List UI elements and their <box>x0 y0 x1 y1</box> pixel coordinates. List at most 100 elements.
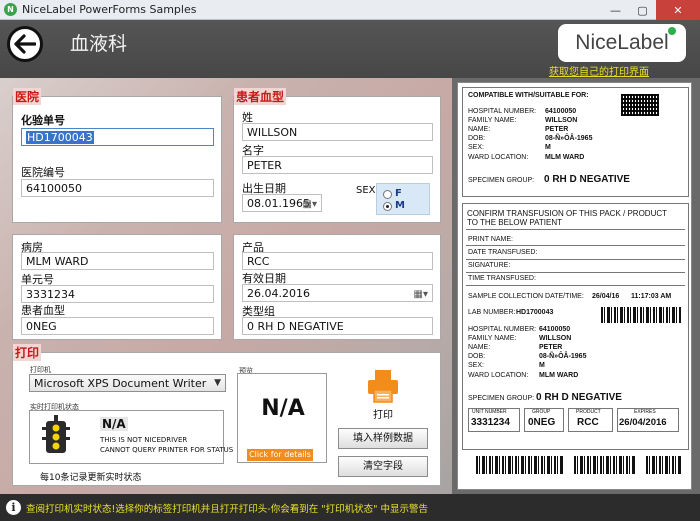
back-button[interactable] <box>7 26 43 62</box>
lp2-ward-value: MLM WARD <box>539 372 579 379</box>
dob-value: 08.01.1965 <box>247 197 310 210</box>
hospital-section-title: 医院 <box>13 88 42 105</box>
calendar-icon: ▦▾ <box>413 289 428 300</box>
clear-fields-button[interactable]: 清空字段 <box>338 456 428 477</box>
status-bar-message: 查阅打印机实时状态!选择你的标签打印机并且打开打印头-你会看到在 "打印机状态"… <box>26 504 429 515</box>
lab-number-value: HD1700043 <box>516 309 554 316</box>
lp-dob-value: 08-Ñ»ÔÂ-1965 <box>545 135 593 142</box>
expiry-value: 26.04.2016 <box>247 287 310 300</box>
group-value: 0NEG <box>528 417 556 428</box>
name-input[interactable]: PETER <box>242 156 433 174</box>
status-bar: i 查阅打印机实时状态!选择你的标签打印机并且打开打印头-你会看到在 "打印机状… <box>0 494 700 521</box>
unit-number-value: 3331234 <box>471 417 510 428</box>
lp-hospital-value: 64100050 <box>545 108 577 115</box>
test-number-label: 化验单号 <box>21 114 65 127</box>
product-value: RCC <box>577 417 599 428</box>
printer-status-code: N/A <box>100 417 128 431</box>
time-transfused-field: TIME TRANSFUSED: <box>468 275 536 282</box>
lp-family-value: WILLSON <box>545 117 578 124</box>
printer-status-box: N/A THIS IS NOT NICEDRIVER CANNOT QUERY … <box>29 410 233 464</box>
patient-blood-input[interactable]: 0NEG <box>21 317 214 335</box>
divider <box>466 272 685 273</box>
patient-section-title: 患者血型 <box>234 88 287 105</box>
ward-input[interactable]: MLM WARD <box>21 252 214 270</box>
title-bar: N NiceLabel PowerForms Samples — ▢ ✕ <box>0 0 700 20</box>
surname-input[interactable]: WILLSON <box>242 123 433 141</box>
test-number-input[interactable]: HD1700043 <box>21 128 214 146</box>
maximize-button[interactable]: ▢ <box>629 0 656 20</box>
lp-sex-value: M <box>545 144 551 151</box>
page-title: 血液科 <box>70 33 128 55</box>
app-window: N NiceLabel PowerForms Samples — ▢ ✕ 血液科… <box>0 0 700 521</box>
sex-male-radio[interactable] <box>383 202 392 211</box>
lp-hospital-label: HOSPITAL NUMBER: <box>468 108 537 115</box>
print-label: 打印 <box>373 410 393 421</box>
hospital-panel: 医院 化验单号 HD1700043 医院编号 64100050 <box>12 88 222 223</box>
confirm-line-2: TO THE BELOW PATIENT <box>467 218 562 227</box>
sex-male-label: M <box>395 200 405 211</box>
label-document-preview: COMPATIBLE WITH/SUITABLE FOR: HOSPITAL N… <box>457 82 692 490</box>
divider <box>466 245 685 246</box>
status-refresh-note: 每10条记录更新实时状态 <box>40 473 142 483</box>
product-barcode-icon <box>646 456 682 474</box>
window-title: NiceLabel PowerForms Samples <box>22 3 197 16</box>
hospital-number-label: 医院编号 <box>21 166 65 179</box>
print-section-title: 打印 <box>13 344 42 361</box>
calendar-icon: ▦▾ <box>302 199 317 210</box>
minimize-button[interactable]: — <box>602 0 629 20</box>
unit-input[interactable]: 3331234 <box>21 285 214 303</box>
info-icon: i <box>6 500 21 515</box>
divider <box>466 285 685 286</box>
expires-header: EXPIRES <box>634 409 656 415</box>
printer-value: Microsoft XPS Document Writer <box>34 377 207 390</box>
lp-dob-label: DOB: <box>468 135 486 142</box>
sample-collection-label: SAMPLE COLLECTION DATE/TIME: <box>468 293 584 300</box>
logo-dot-icon <box>668 27 676 35</box>
divider <box>466 259 685 260</box>
confirm-line-1: CONFIRM TRANSFUSION OF THIS PACK / PRODU… <box>467 209 668 218</box>
get-interface-link[interactable]: 获取您自己的打印界面 <box>549 63 649 78</box>
lp2-specimen-value: 0 RH D NEGATIVE <box>536 392 622 403</box>
print-button[interactable]: 打印 <box>365 368 401 421</box>
sample-date-value: 26/04/16 <box>592 293 620 300</box>
date-transfused-field: DATE TRANSFUSED: <box>468 249 538 256</box>
lp2-sex-label: SEX: <box>468 362 484 369</box>
hospital-number-input[interactable]: 64100050 <box>21 179 214 197</box>
app-icon: N <box>4 3 17 16</box>
signature-field: SIGNATURE: <box>468 262 511 269</box>
lab-barcode-icon <box>601 307 681 323</box>
click-for-details-link[interactable]: Click for details <box>247 449 313 461</box>
printer-select[interactable]: Microsoft XPS Document Writer ▼ <box>29 374 226 392</box>
ward-panel: 病房 MLM WARD 单元号 3331234 患者血型 0NEG <box>12 234 222 340</box>
lp2-dob-value: 08-Ñ»ÔÂ-1965 <box>539 353 587 360</box>
expiry-date-picker[interactable]: 26.04.2016 ▦▾ <box>242 284 433 302</box>
sample-time-value: 11:17:03 AM <box>631 293 672 300</box>
sex-female-radio[interactable] <box>383 190 392 199</box>
patient-blood-label: 患者血型 <box>21 304 65 317</box>
barcode-2d-icon <box>621 94 659 116</box>
sex-label: SEX <box>356 185 376 196</box>
product-header: PRODUCT <box>576 409 601 415</box>
back-arrow-icon <box>14 34 36 54</box>
type-group-input[interactable]: 0 RH D NEGATIVE <box>242 317 433 335</box>
logo-text: NiceLabel <box>575 31 669 54</box>
print-name-field: PRINT NAME: <box>468 236 513 243</box>
compat-title: COMPATIBLE WITH/SUITABLE FOR: <box>468 92 589 99</box>
lp-sex-label: SEX: <box>468 144 484 151</box>
label-preview-box: N/A Click for details <box>237 373 327 463</box>
fill-sample-data-button[interactable]: 填入样例数据 <box>338 428 428 449</box>
lp-specimen-label: SPECIMEN GROUP: <box>468 177 535 184</box>
dob-date-picker[interactable]: 08.01.1965 ▦▾ <box>242 194 322 212</box>
close-button[interactable]: ✕ <box>656 0 700 20</box>
group-header: GROUP <box>532 409 551 415</box>
lp-name-label: NAME: <box>468 126 491 133</box>
sex-female-label: F <box>395 188 402 199</box>
product-input[interactable]: RCC <box>242 252 433 270</box>
lab-number-label: LAB NUMBER: <box>468 309 516 316</box>
lp2-sex-value: M <box>539 362 545 369</box>
lp2-name-value: PETER <box>539 344 563 351</box>
printer-icon <box>368 370 398 403</box>
lp-ward-value: MLM WARD <box>545 154 585 161</box>
sex-radio-group: F M <box>376 183 430 215</box>
unit-number-header: UNIT NUMBER <box>472 409 507 415</box>
